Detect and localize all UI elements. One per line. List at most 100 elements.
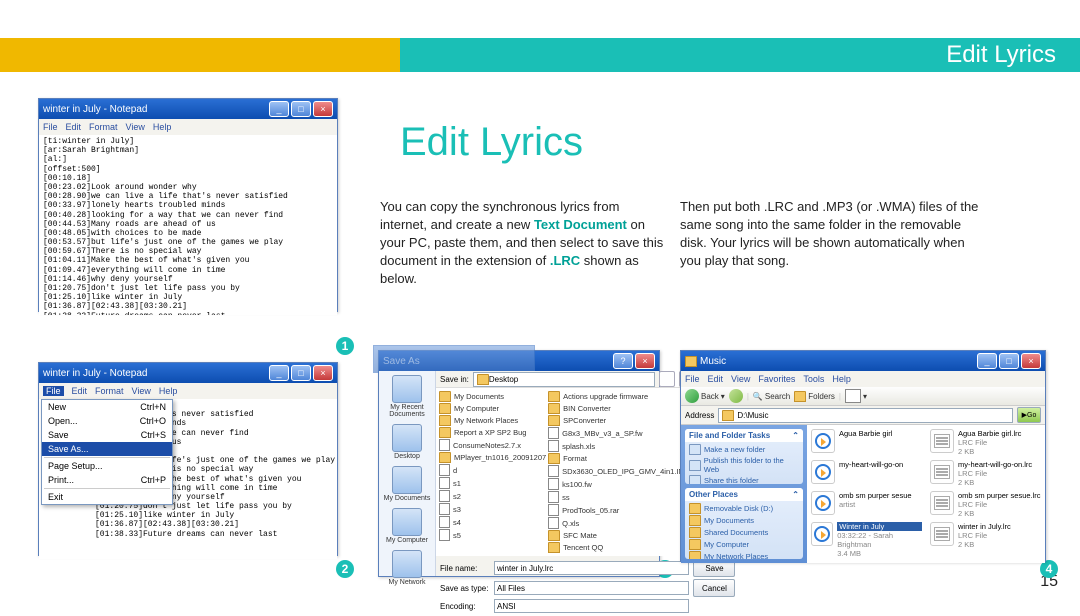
maximize-icon[interactable]: □ — [999, 353, 1019, 369]
file-item[interactable]: Agua Barbie girl.lrcLRC File2 KB — [930, 429, 1041, 456]
menu-edit[interactable]: Edit — [72, 386, 88, 396]
list-item[interactable]: Report a XP SP2 Bug — [439, 427, 546, 438]
forward-button[interactable] — [729, 389, 743, 403]
places-item[interactable]: My Recent Documents — [381, 375, 433, 418]
close-icon[interactable]: × — [635, 353, 655, 369]
savein-label: Save in: — [440, 375, 469, 384]
file-icon — [439, 516, 450, 528]
address-input[interactable]: D:\Music — [718, 408, 1013, 423]
filemenu-item[interactable]: Print...Ctrl+P — [42, 473, 172, 487]
file-icon — [439, 464, 450, 476]
minimize-icon[interactable]: _ — [977, 353, 997, 369]
savein-dropdown[interactable]: Desktop — [473, 372, 656, 387]
places-item[interactable]: Desktop — [381, 424, 433, 460]
back-button[interactable]: Back▾ — [685, 389, 725, 403]
go-button[interactable]: ▶ Go — [1017, 407, 1041, 423]
close-icon[interactable]: × — [313, 365, 333, 381]
go-label: Go — [1027, 412, 1036, 419]
menu-help[interactable]: Help — [832, 374, 851, 384]
list-item[interactable]: s4 — [439, 516, 546, 528]
menu-favorites[interactable]: Favorites — [758, 374, 795, 384]
file-item[interactable]: winter in July.lrcLRC File2 KB — [930, 522, 1041, 558]
file-item[interactable]: Winter in July03:32:22 - Sarah Brightman… — [811, 522, 922, 558]
filename-input[interactable] — [494, 561, 689, 575]
tasks-header[interactable]: File and Folder Tasks ⌃ — [685, 429, 803, 442]
lrc-file-icon — [930, 522, 954, 546]
list-item[interactable]: s2 — [439, 490, 546, 502]
place-link[interactable]: My Computer — [689, 539, 799, 550]
list-item[interactable]: ConsumeNotes2.7.x — [439, 439, 546, 451]
close-icon[interactable]: × — [1021, 353, 1041, 369]
saveastype-dropdown[interactable] — [494, 581, 689, 595]
list-item[interactable]: My Documents — [439, 391, 546, 402]
notepad2-menubar: File Edit Format View Help — [39, 383, 337, 399]
filemenu-item[interactable]: Open...Ctrl+O — [42, 414, 172, 428]
filemenu-item[interactable]: Page Setup... — [42, 459, 172, 473]
file-item[interactable]: omb sm purper sesue.lrcLRC File2 KB — [930, 491, 1041, 518]
menu-help[interactable]: Help — [159, 386, 178, 396]
close-icon[interactable]: × — [313, 101, 333, 117]
list-item[interactable]: My Computer — [439, 403, 546, 414]
help-icon[interactable]: ? — [613, 353, 633, 369]
search-button[interactable]: 🔍Search — [753, 392, 790, 401]
explorer-files[interactable]: Agua Barbie girl Agua Barbie girl.lrcLRC … — [807, 425, 1045, 563]
minimize-icon[interactable]: _ — [269, 365, 289, 381]
file-icon — [548, 504, 559, 516]
screenshot-saveas-dialog: Save As ? × My Recent DocumentsDesktopMy… — [378, 350, 660, 577]
menu-tools[interactable]: Tools — [803, 374, 824, 384]
filemenu-item[interactable]: NewCtrl+N — [42, 400, 172, 414]
menu-edit[interactable]: Edit — [708, 374, 724, 384]
menu-file[interactable]: File — [685, 374, 700, 384]
list-item[interactable]: My Network Places — [439, 415, 546, 426]
encoding-dropdown[interactable] — [494, 599, 689, 613]
places-item[interactable]: My Documents — [381, 466, 433, 502]
place-link[interactable]: Removable Disk (D:) — [689, 503, 799, 514]
menu-format[interactable]: Format — [89, 122, 118, 132]
menu-file[interactable]: File — [43, 122, 58, 132]
explorer-title: Music — [700, 356, 726, 367]
menu-view[interactable]: View — [132, 386, 151, 396]
para1-highlight-lrc: .LRC — [550, 253, 580, 268]
filemenu-item[interactable]: Exit — [42, 490, 172, 504]
explorer-sidepanel: File and Folder Tasks ⌃ Make a new folde… — [681, 425, 807, 563]
notepad-content[interactable]: [ti:winter in July] [ar:Sarah Brightman]… — [39, 135, 337, 315]
task-link[interactable]: Publish this folder to the Web — [689, 456, 799, 474]
list-item[interactable]: s5 — [439, 529, 546, 541]
maximize-icon[interactable]: □ — [291, 101, 311, 117]
folders-button[interactable]: Folders — [794, 391, 835, 402]
maximize-icon[interactable]: □ — [291, 365, 311, 381]
list-item[interactable]: s1 — [439, 477, 546, 489]
cancel-button[interactable]: Cancel — [693, 579, 735, 597]
places-header[interactable]: Other Places ⌃ — [685, 488, 803, 501]
places-item[interactable]: My Computer — [381, 508, 433, 544]
list-item[interactable]: MPlayer_tn1016_20091207 — [439, 452, 546, 463]
file-item[interactable]: my-heart-will-go-on — [811, 460, 922, 487]
list-item[interactable]: s3 — [439, 503, 546, 515]
back-icon[interactable] — [659, 371, 675, 387]
filemenu-item[interactable]: SaveCtrl+S — [42, 428, 172, 442]
filemenu-item[interactable]: Save As... — [42, 442, 172, 456]
menu-format[interactable]: Format — [95, 386, 124, 396]
file-item[interactable]: Agua Barbie girl — [811, 429, 922, 456]
task-link[interactable]: Make a new folder — [689, 444, 799, 455]
section-label: Edit Lyrics — [946, 41, 1056, 69]
menu-help[interactable]: Help — [153, 122, 172, 132]
place-link[interactable]: My Documents — [689, 515, 799, 526]
place-link[interactable]: My Network Places — [689, 551, 799, 559]
saveastype-label: Save as type: — [440, 584, 490, 593]
views-button[interactable]: ▾ — [845, 389, 867, 403]
place-icon — [392, 508, 422, 536]
place-link[interactable]: Shared Documents — [689, 527, 799, 538]
menu-view[interactable]: View — [731, 374, 750, 384]
menu-edit[interactable]: Edit — [66, 122, 82, 132]
folder-icon — [477, 374, 489, 385]
menu-view[interactable]: View — [126, 122, 145, 132]
file-item[interactable]: omb sm purper sesueartist — [811, 491, 922, 518]
file-item[interactable]: my-heart-will-go-on.lrcLRC File2 KB — [930, 460, 1041, 487]
minimize-icon[interactable]: _ — [269, 101, 289, 117]
places-item[interactable]: My Network — [381, 550, 433, 586]
intro-paragraph-1: You can copy the synchronous lyrics from… — [380, 198, 665, 288]
menu-file[interactable]: File — [43, 386, 64, 396]
list-item[interactable]: d — [439, 464, 546, 476]
task-link[interactable]: Share this folder — [689, 475, 799, 484]
